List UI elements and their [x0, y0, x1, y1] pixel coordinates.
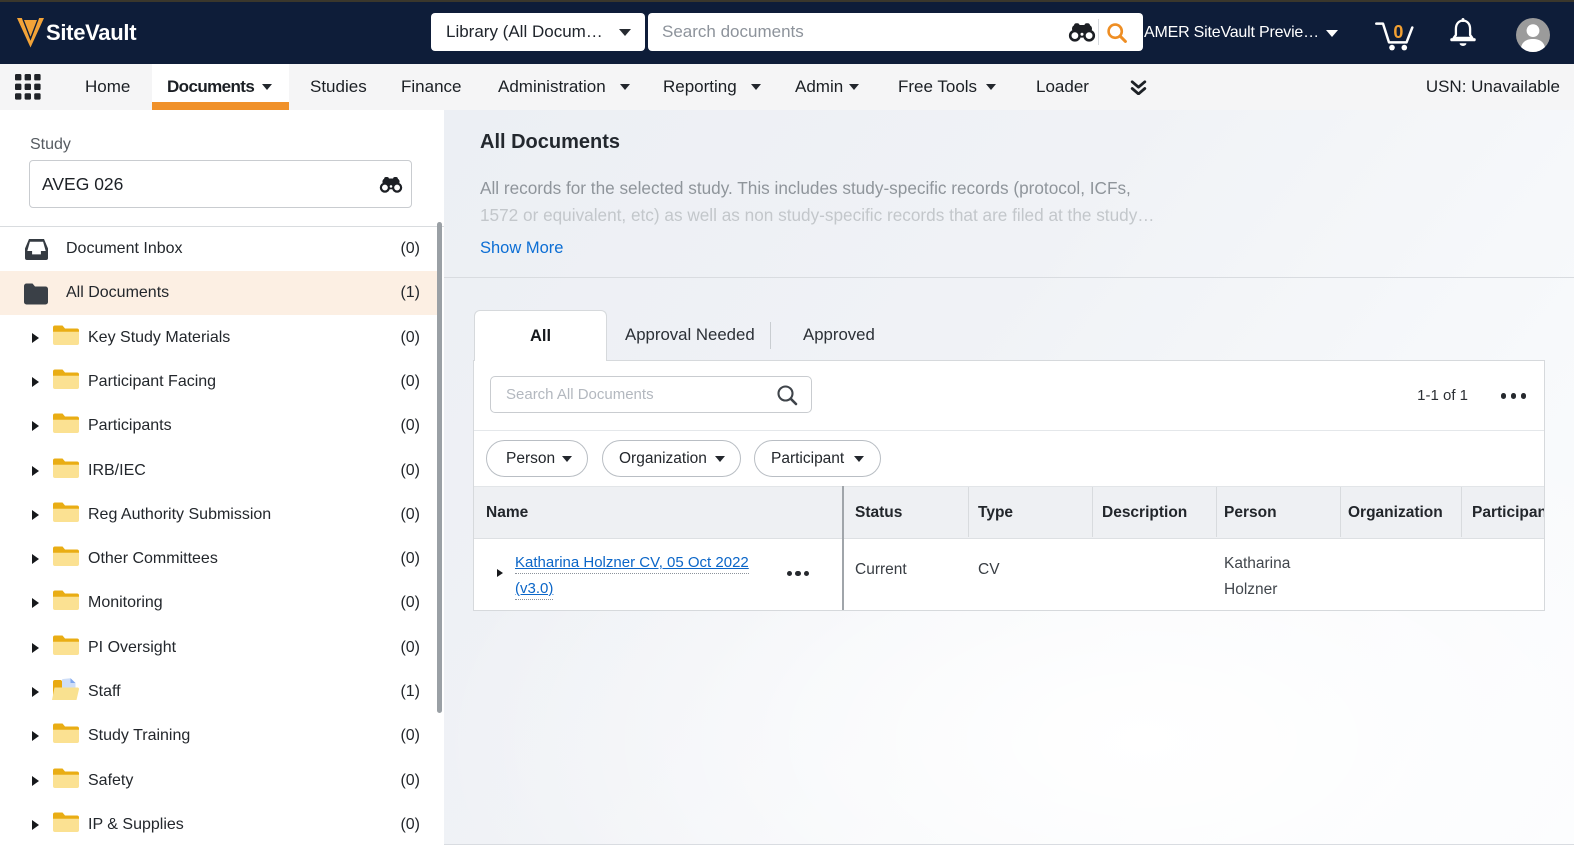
- svg-text:0: 0: [1393, 22, 1403, 42]
